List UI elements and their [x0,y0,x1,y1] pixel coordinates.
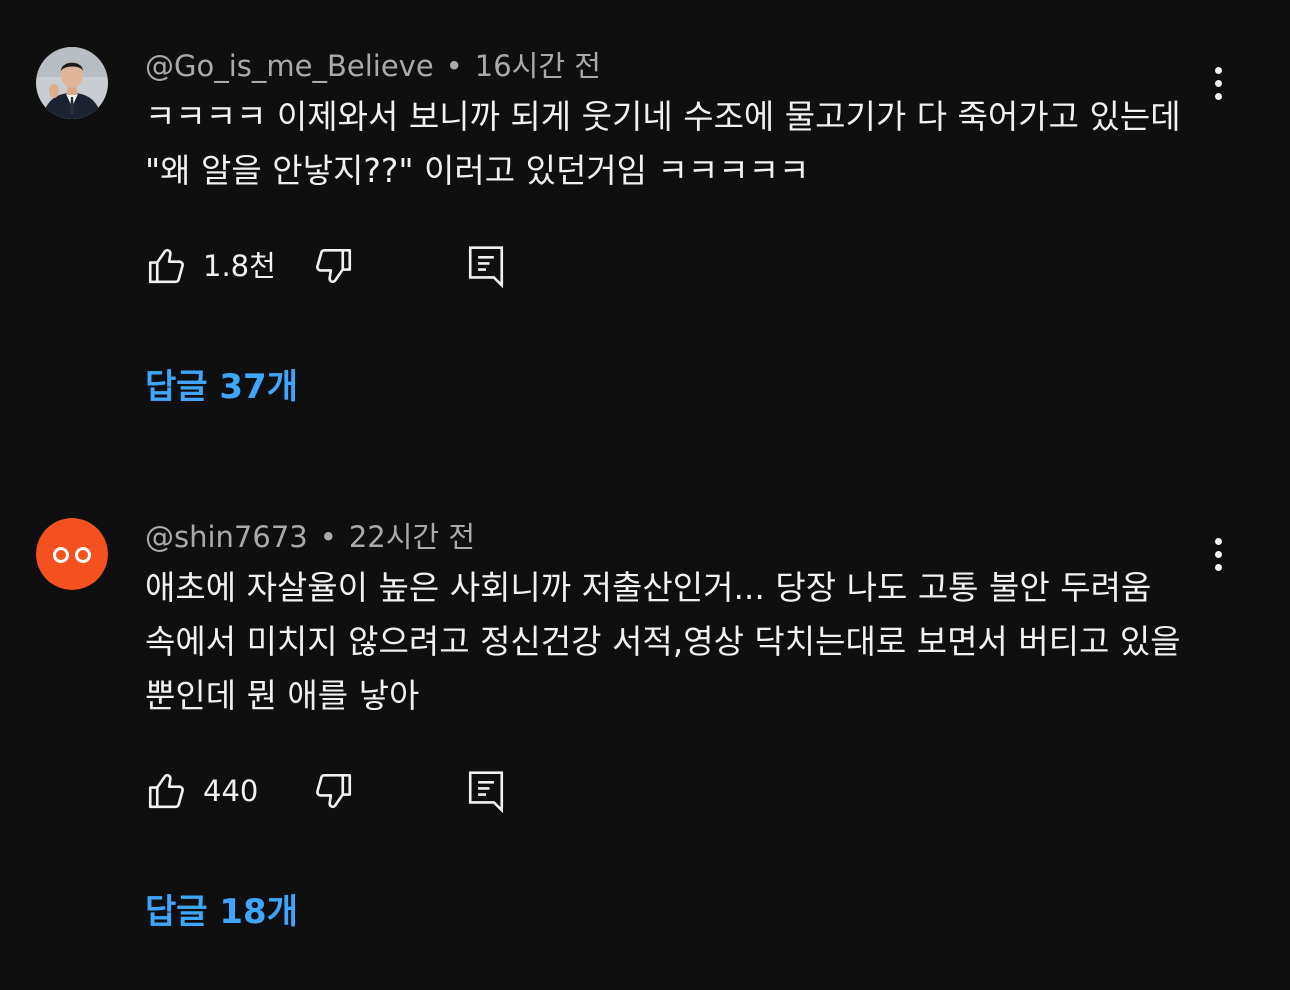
author-name[interactable]: @Go_is_me_Believe [145,49,434,83]
comment-text-line: 애초에 자살율이 높은 사회니까 저출산인거... 당장 나도 고통 불안 두려… [145,568,1152,607]
more-vert-icon [1214,79,1222,87]
comment-text-line: ㅋㅋㅋㅋ 이제와서 보니까 되게 웃기네 수조에 물고기가 다 죽어가고 있는데 [145,97,1181,136]
dislike-button[interactable] [313,241,355,291]
more-vert-icon [1214,563,1222,571]
like-button[interactable]: 440 [145,766,258,816]
author-name[interactable]: @shin7673 [145,520,308,554]
like-count: 1.8천 [203,249,276,283]
more-vert-icon [1214,537,1222,545]
view-replies-button[interactable]: 답글 37개 [145,365,298,409]
thumbs-up-icon [148,773,184,809]
dislike-button[interactable] [313,766,355,816]
comment-text: ㅋㅋㅋㅋ 이제와서 보니까 되게 웃기네 수조에 물고기가 다 죽어가고 있는데… [145,90,1215,198]
comment-actions: 1.8천 [145,241,545,291]
reply-comment-icon [468,246,504,289]
avatar[interactable] [36,47,108,119]
reply-button[interactable] [465,241,507,291]
reply-button[interactable] [465,766,507,816]
reply-comment-icon [468,771,504,814]
comment-text-line: 속에서 미치지 않으려고 정신건강 서적,영상 닥치는대로 보면서 버티고 있을 [145,622,1181,661]
comment-text-line: 뿐인데 뭔 애를 낳아 [145,676,420,715]
comment-text-line: "왜 알을 안낳지??" 이러고 있던거임 ㅋㅋㅋㅋㅋ [145,151,810,190]
comment-timestamp[interactable]: 22시간 전 [349,520,475,554]
thumbs-down-icon [316,248,352,284]
more-vert-icon [1214,66,1222,74]
comment-text: 애초에 자살율이 높은 사회니까 저출산인거... 당장 나도 고통 불안 두려… [145,561,1215,723]
comment-meta: @Go_is_me_Believe • 16시간 전 [145,48,601,84]
meta-separator: • [445,49,463,83]
more-vert-icon [1214,92,1222,100]
more-vert-icon [1214,550,1222,558]
comment-actions: 440 [145,766,545,816]
thumbs-up-icon [148,248,184,284]
like-count: 440 [203,774,259,808]
comment-meta: @shin7673 • 22시간 전 [145,519,475,555]
meta-separator: • [319,520,337,554]
thumbs-down-icon [316,773,352,809]
avatar[interactable] [36,518,108,590]
comment-timestamp[interactable]: 16시간 전 [475,49,601,83]
like-button[interactable]: 1.8천 [145,241,276,291]
view-replies-button[interactable]: 답글 18개 [145,890,298,934]
